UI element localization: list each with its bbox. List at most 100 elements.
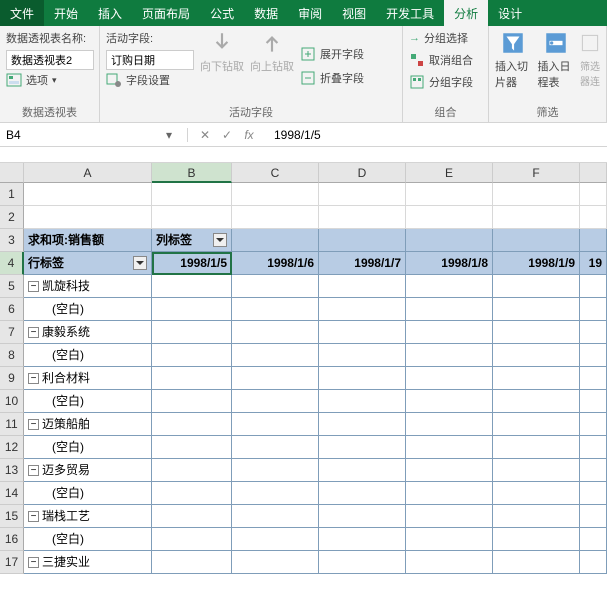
cell-A6[interactable]: (空白) (24, 298, 152, 321)
cell-B12[interactable] (152, 436, 232, 459)
cell-B16[interactable] (152, 528, 232, 551)
cell-F2[interactable] (493, 206, 580, 229)
cell-F3[interactable] (493, 229, 580, 252)
cancel-icon[interactable]: ✕ (196, 128, 214, 142)
cell-15[interactable] (580, 505, 607, 528)
name-box-dropdown[interactable]: ▾ (160, 128, 178, 142)
cell-A10[interactable]: (空白) (24, 390, 152, 413)
cell-9[interactable] (580, 367, 607, 390)
tab-文件[interactable]: 文件 (0, 0, 44, 26)
cell-D15[interactable] (319, 505, 406, 528)
cell-4[interactable]: 19 (580, 252, 607, 275)
cell-F16[interactable] (493, 528, 580, 551)
collapse-toggle[interactable]: − (28, 327, 39, 338)
row-header-16[interactable]: 16 (0, 528, 24, 551)
col-header-end[interactable] (580, 163, 607, 183)
cell-B8[interactable] (152, 344, 232, 367)
cell-E10[interactable] (406, 390, 493, 413)
row-header-11[interactable]: 11 (0, 413, 24, 436)
cell-C5[interactable] (232, 275, 319, 298)
cell-C9[interactable] (232, 367, 319, 390)
cell-C11[interactable] (232, 413, 319, 436)
cell-F12[interactable] (493, 436, 580, 459)
cell-10[interactable] (580, 390, 607, 413)
cell-D16[interactable] (319, 528, 406, 551)
cell-D14[interactable] (319, 482, 406, 505)
cell-E13[interactable] (406, 459, 493, 482)
filter-conn-button[interactable]: 筛选器连 (580, 30, 600, 102)
tab-开发工具[interactable]: 开发工具 (376, 0, 444, 26)
formula-input[interactable]: 1998/1/5 (266, 128, 607, 142)
cell-A7[interactable]: −康毅系统 (24, 321, 152, 344)
cell-C2[interactable] (232, 206, 319, 229)
insert-timeline-button[interactable]: 插入日程表 (538, 30, 575, 102)
cell-D6[interactable] (319, 298, 406, 321)
select-all-corner[interactable] (0, 163, 24, 183)
cell-C1[interactable] (232, 183, 319, 206)
ungroup-button[interactable]: 取消组合 (409, 52, 473, 68)
cell-E12[interactable] (406, 436, 493, 459)
cell-C13[interactable] (232, 459, 319, 482)
cell-F13[interactable] (493, 459, 580, 482)
cell-C17[interactable] (232, 551, 319, 574)
active-field-input[interactable] (106, 50, 194, 70)
tab-开始[interactable]: 开始 (44, 0, 88, 26)
cell-13[interactable] (580, 459, 607, 482)
cell-A4[interactable]: 行标签 (24, 252, 152, 275)
cell-16[interactable] (580, 528, 607, 551)
cell-A14[interactable]: (空白) (24, 482, 152, 505)
row-header-12[interactable]: 12 (0, 436, 24, 459)
collapse-toggle[interactable]: − (28, 465, 39, 476)
cell-D8[interactable] (319, 344, 406, 367)
row-header-9[interactable]: 9 (0, 367, 24, 390)
field-settings-button[interactable]: 字段设置 (106, 72, 194, 88)
collapse-field-button[interactable]: 折叠字段 (300, 70, 364, 86)
cell-F8[interactable] (493, 344, 580, 367)
cell-E2[interactable] (406, 206, 493, 229)
row-header-17[interactable]: 17 (0, 551, 24, 574)
cell-C3[interactable] (232, 229, 319, 252)
tab-插入[interactable]: 插入 (88, 0, 132, 26)
cell-E17[interactable] (406, 551, 493, 574)
cell-A16[interactable]: (空白) (24, 528, 152, 551)
row-header-5[interactable]: 5 (0, 275, 24, 298)
cell-E14[interactable] (406, 482, 493, 505)
cell-3[interactable] (580, 229, 607, 252)
cell-F17[interactable] (493, 551, 580, 574)
tab-分析[interactable]: 分析 (444, 0, 488, 26)
tab-公式[interactable]: 公式 (200, 0, 244, 26)
cell-C8[interactable] (232, 344, 319, 367)
group-select-button[interactable]: →分组选择 (409, 30, 473, 46)
cell-B3[interactable]: 列标签 (152, 229, 232, 252)
cell-B13[interactable] (152, 459, 232, 482)
tab-审阅[interactable]: 审阅 (288, 0, 332, 26)
cell-F10[interactable] (493, 390, 580, 413)
cell-A1[interactable] (24, 183, 152, 206)
cell-E1[interactable] (406, 183, 493, 206)
row-header-15[interactable]: 15 (0, 505, 24, 528)
cell-E8[interactable] (406, 344, 493, 367)
cell-F4[interactable]: 1998/1/9 (493, 252, 580, 275)
col-header-E[interactable]: E (406, 163, 493, 183)
cell-11[interactable] (580, 413, 607, 436)
tab-视图[interactable]: 视图 (332, 0, 376, 26)
cell-E6[interactable] (406, 298, 493, 321)
cell-A12[interactable]: (空白) (24, 436, 152, 459)
cell-B10[interactable] (152, 390, 232, 413)
name-box-input[interactable] (0, 128, 160, 142)
cell-E4[interactable]: 1998/1/8 (406, 252, 493, 275)
row-header-6[interactable]: 6 (0, 298, 24, 321)
cell-F7[interactable] (493, 321, 580, 344)
options-button[interactable]: 选项 ▾ (6, 72, 94, 88)
drill-up-button[interactable]: 向上钻取 (250, 30, 294, 102)
cell-B1[interactable] (152, 183, 232, 206)
cell-C12[interactable] (232, 436, 319, 459)
cell-D10[interactable] (319, 390, 406, 413)
cell-14[interactable] (580, 482, 607, 505)
cell-F1[interactable] (493, 183, 580, 206)
group-field-button[interactable]: 分组字段 (409, 74, 473, 90)
cell-E7[interactable] (406, 321, 493, 344)
fx-icon[interactable]: fx (240, 128, 258, 142)
col-header-A[interactable]: A (24, 163, 152, 183)
insert-slicer-button[interactable]: 插入切片器 (495, 30, 532, 102)
